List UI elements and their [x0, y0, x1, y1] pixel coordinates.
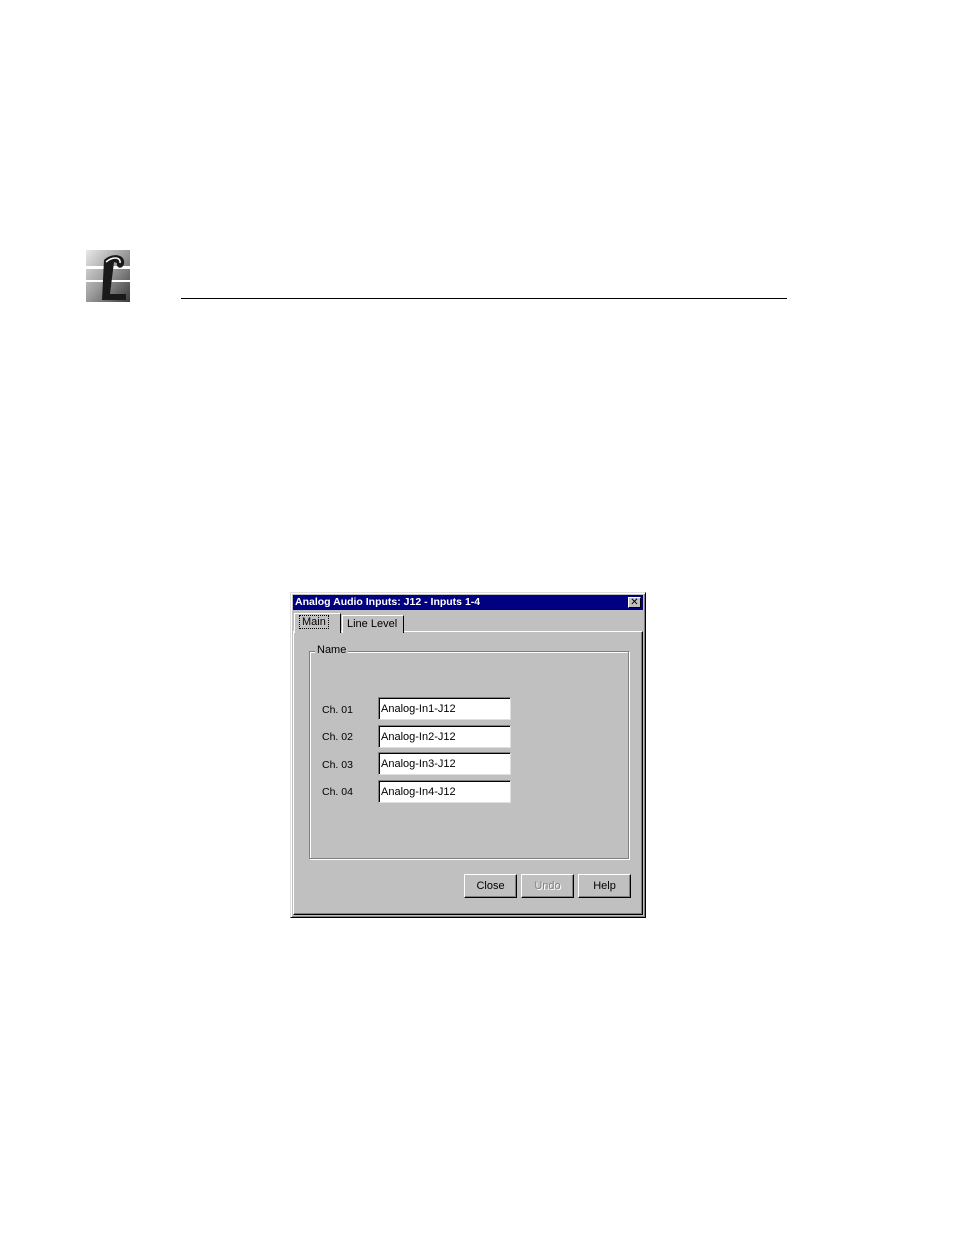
close-icon[interactable]: ✕ [628, 597, 641, 608]
tab-main-label: Main [299, 615, 329, 629]
ch-01-label: Ch. 01 [322, 704, 353, 716]
help-button[interactable]: Help [578, 874, 631, 898]
ch-01-name-input[interactable] [378, 697, 511, 720]
tab-line-level[interactable]: Line Level [342, 615, 404, 633]
tab-line-level-label: Line Level [347, 618, 398, 630]
undo-button[interactable]: Undo [521, 874, 574, 898]
ch-04-name-input[interactable] [378, 780, 511, 803]
header-rule [181, 298, 787, 299]
ch-04-label: Ch. 04 [322, 786, 353, 798]
analog-audio-inputs-dialog: Analog Audio Inputs: J12 - Inputs 1-4 ✕ … [290, 592, 646, 918]
name-group-label: Name [315, 643, 349, 657]
dialog-title: Analog Audio Inputs: J12 - Inputs 1-4 [295, 596, 481, 608]
ch-02-name-input[interactable] [378, 725, 511, 748]
ch-03-label: Ch. 03 [322, 759, 353, 771]
ch-03-name-input[interactable] [378, 752, 511, 775]
dialog-titlebar[interactable]: Analog Audio Inputs: J12 - Inputs 1-4 ✕ [293, 595, 643, 610]
close-button[interactable]: Close [464, 874, 517, 898]
tab-main[interactable]: Main [294, 613, 341, 633]
ch-02-label: Ch. 02 [322, 731, 353, 743]
company-logo-icon [86, 250, 130, 302]
